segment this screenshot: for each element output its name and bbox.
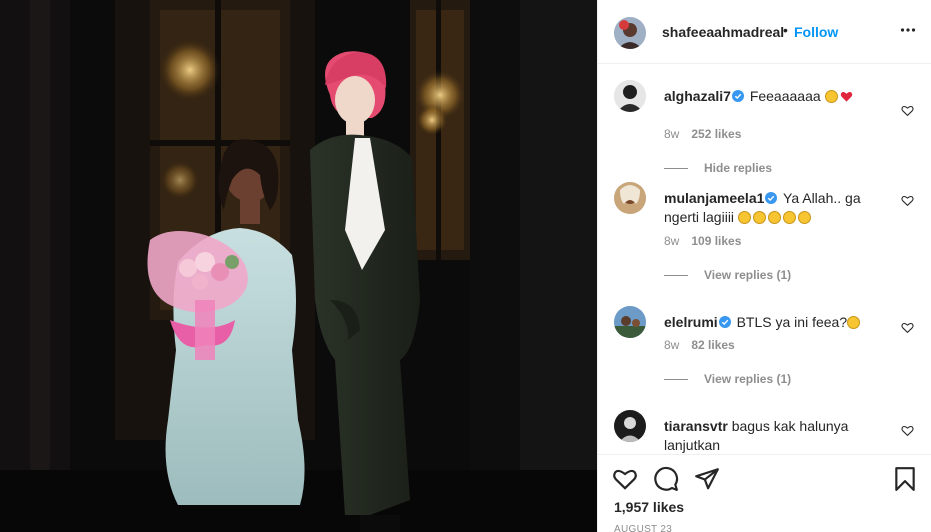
comment-meta: 8w 82 likes bbox=[664, 338, 735, 352]
comment-username[interactable]: alghazali7 bbox=[664, 88, 731, 104]
heart-outline-icon[interactable] bbox=[612, 466, 638, 492]
comment-username[interactable]: mulanjameela1 bbox=[664, 190, 764, 206]
verified-badge-icon bbox=[718, 316, 731, 328]
laughing-emoji-icon bbox=[782, 211, 796, 224]
post-photo[interactable] bbox=[0, 0, 597, 532]
more-icon[interactable] bbox=[900, 22, 916, 38]
comment-age[interactable]: 8w bbox=[664, 234, 679, 248]
comment-likes[interactable]: 109 likes bbox=[691, 234, 741, 248]
heart-outline-icon[interactable] bbox=[901, 104, 914, 117]
replies-label[interactable]: View replies (1) bbox=[704, 372, 791, 386]
laughing-emoji-icon bbox=[752, 211, 766, 224]
comment-meta: 8w 109 likes bbox=[664, 234, 741, 248]
heart-outline-icon[interactable] bbox=[901, 321, 914, 334]
laughing-emoji-icon bbox=[767, 211, 781, 224]
author-username[interactable]: shafeeaahmadreal bbox=[662, 24, 784, 40]
replies-toggle[interactable]: Hide replies bbox=[664, 161, 772, 175]
post-date[interactable]: AUGUST 23 bbox=[614, 524, 672, 532]
bookmark-icon[interactable] bbox=[892, 466, 918, 492]
commenter-avatar[interactable] bbox=[614, 410, 646, 442]
grinning-emoji-icon bbox=[824, 90, 838, 103]
comment-text: BTLS ya ini feea? bbox=[736, 314, 848, 330]
comment-username[interactable]: tiaransvtr bbox=[664, 418, 728, 434]
comment-item: mulanjameela1 Ya Allah.. ga ngerti lagii… bbox=[614, 182, 914, 282]
comment-item: alghazali7 Feeaaaaaa 8w 252 likes Hide re… bbox=[614, 80, 914, 175]
laughing-emoji-icon bbox=[737, 211, 751, 224]
laughing-emoji-icon bbox=[797, 211, 811, 224]
likes-count[interactable]: 1,957 likes bbox=[614, 499, 684, 515]
action-bar bbox=[598, 454, 931, 532]
commenter-avatar[interactable] bbox=[614, 80, 646, 112]
comment-likes[interactable]: 82 likes bbox=[691, 338, 734, 352]
heart-outline-icon[interactable] bbox=[901, 424, 914, 437]
separator-dot: • bbox=[783, 22, 788, 38]
comment-icon[interactable] bbox=[653, 466, 679, 492]
post-header: shafeeaahmadreal • Follow bbox=[598, 0, 931, 64]
comment-text: Feeaaaaaa bbox=[749, 88, 821, 104]
comment-meta: 8w 252 likes bbox=[664, 127, 741, 141]
verified-badge-icon bbox=[765, 192, 778, 204]
post-panel: shafeeaahmadreal • Follow alghazali7 Fee… bbox=[597, 0, 931, 532]
verified-badge-icon bbox=[731, 90, 744, 102]
post-image bbox=[0, 0, 597, 532]
comment-age[interactable]: 8w bbox=[664, 338, 679, 352]
author-avatar[interactable] bbox=[614, 17, 646, 49]
comments-list[interactable]: alghazali7 Feeaaaaaa 8w 252 likes Hide re… bbox=[598, 65, 931, 454]
commenter-avatar[interactable] bbox=[614, 182, 646, 214]
replies-line bbox=[664, 379, 688, 381]
replies-line bbox=[664, 275, 688, 277]
grinning-emoji-icon bbox=[847, 316, 861, 329]
replies-label[interactable]: Hide replies bbox=[704, 161, 772, 175]
heart-emoji-icon bbox=[840, 92, 852, 102]
replies-toggle[interactable]: View replies (1) bbox=[664, 268, 791, 282]
follow-button[interactable]: Follow bbox=[794, 24, 838, 40]
share-icon[interactable] bbox=[694, 466, 720, 492]
replies-line bbox=[664, 168, 688, 170]
comment-item: tiaransvtr bagus kak halunya lanjutkan bbox=[614, 410, 914, 454]
comment-username[interactable]: elelrumi bbox=[664, 314, 718, 330]
comment-likes[interactable]: 252 likes bbox=[691, 127, 741, 141]
commenter-avatar[interactable] bbox=[614, 306, 646, 338]
heart-outline-icon[interactable] bbox=[901, 194, 914, 207]
comment-age[interactable]: 8w bbox=[664, 127, 679, 141]
replies-toggle[interactable]: View replies (1) bbox=[664, 372, 791, 386]
replies-label[interactable]: View replies (1) bbox=[704, 268, 791, 282]
